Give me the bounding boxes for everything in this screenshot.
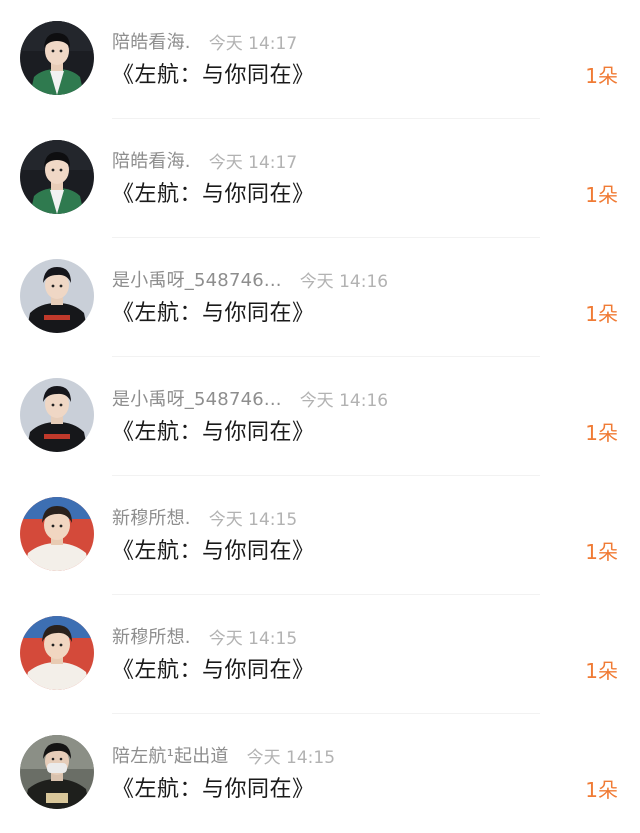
item-meta: 陪皓看海. 今天 14:17 <box>112 147 297 173</box>
user-avatar[interactable] <box>20 21 94 95</box>
message-text: 《左航：与你同在》 <box>112 658 315 683</box>
gift-record-list: 陪皓看海. 今天 14:17 《左航：与你同在》 1朵 陪皓看海. 今天 14:… <box>0 0 640 822</box>
timestamp: 今天 14:17 <box>208 33 298 54</box>
user-avatar[interactable] <box>20 616 94 690</box>
message-text: 《左航：与你同在》 <box>112 420 315 445</box>
message-text: 《左航：与你同在》 <box>112 539 315 564</box>
user-avatar[interactable] <box>20 140 94 214</box>
list-item[interactable]: 是小禹呀_548746... 今天 14:16 《左航：与你同在》 1朵 <box>0 357 640 476</box>
item-meta: 新穆所想. 今天 14:15 <box>112 623 297 649</box>
user-name[interactable]: 陪皓看海. <box>112 147 191 173</box>
message-text: 《左航：与你同在》 <box>112 182 315 207</box>
list-item[interactable]: 是小禹呀_548746... 今天 14:16 《左航：与你同在》 1朵 <box>0 238 640 357</box>
gift-count: 1朵 <box>585 659 618 683</box>
user-name[interactable]: 是小禹呀_548746... <box>112 266 282 292</box>
message-text: 《左航：与你同在》 <box>112 301 315 326</box>
timestamp: 今天 14:15 <box>208 509 298 530</box>
item-meta: 新穆所想. 今天 14:15 <box>112 504 297 530</box>
item-meta: 是小禹呀_548746... 今天 14:16 <box>112 266 388 292</box>
list-item[interactable]: 陪左航¹起出道 今天 14:15 《左航：与你同在》 1朵 <box>0 714 640 833</box>
timestamp: 今天 14:17 <box>208 152 298 173</box>
user-avatar[interactable] <box>20 259 94 333</box>
gift-count: 1朵 <box>585 778 618 802</box>
gift-count: 1朵 <box>585 302 618 326</box>
timestamp: 今天 14:15 <box>246 747 336 768</box>
item-meta: 陪皓看海. 今天 14:17 <box>112 28 297 54</box>
gift-count: 1朵 <box>585 183 618 207</box>
item-meta: 陪左航¹起出道 今天 14:15 <box>112 742 335 768</box>
gift-count: 1朵 <box>585 540 618 564</box>
list-item[interactable]: 陪皓看海. 今天 14:17 《左航：与你同在》 1朵 <box>0 0 640 119</box>
user-avatar[interactable] <box>20 497 94 571</box>
item-meta: 是小禹呀_548746... 今天 14:16 <box>112 385 388 411</box>
list-item[interactable]: 新穆所想. 今天 14:15 《左航：与你同在》 1朵 <box>0 476 640 595</box>
user-avatar[interactable] <box>20 735 94 809</box>
message-text: 《左航：与你同在》 <box>112 777 315 802</box>
gift-count: 1朵 <box>585 421 618 445</box>
user-name[interactable]: 是小禹呀_548746... <box>112 385 282 411</box>
list-item[interactable]: 新穆所想. 今天 14:15 《左航：与你同在》 1朵 <box>0 595 640 714</box>
user-name[interactable]: 陪皓看海. <box>112 28 191 54</box>
user-name[interactable]: 新穆所想. <box>112 504 191 530</box>
user-avatar[interactable] <box>20 378 94 452</box>
gift-count: 1朵 <box>585 64 618 88</box>
user-name[interactable]: 新穆所想. <box>112 623 191 649</box>
timestamp: 今天 14:15 <box>208 628 298 649</box>
timestamp: 今天 14:16 <box>299 271 389 292</box>
user-name[interactable]: 陪左航¹起出道 <box>112 742 229 768</box>
timestamp: 今天 14:16 <box>299 390 389 411</box>
message-text: 《左航：与你同在》 <box>112 63 315 88</box>
list-item[interactable]: 陪皓看海. 今天 14:17 《左航：与你同在》 1朵 <box>0 119 640 238</box>
